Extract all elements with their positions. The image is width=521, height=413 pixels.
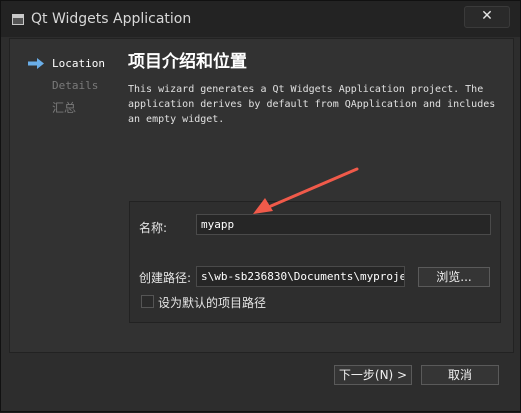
annotation-arrow-icon xyxy=(253,167,359,214)
next-button[interactable]: 下一步(N) > xyxy=(334,365,412,385)
wizard-window: Qt Widgets Application ✕ Location Detail… xyxy=(0,0,521,412)
cancel-button[interactable]: 取消 xyxy=(421,365,499,385)
